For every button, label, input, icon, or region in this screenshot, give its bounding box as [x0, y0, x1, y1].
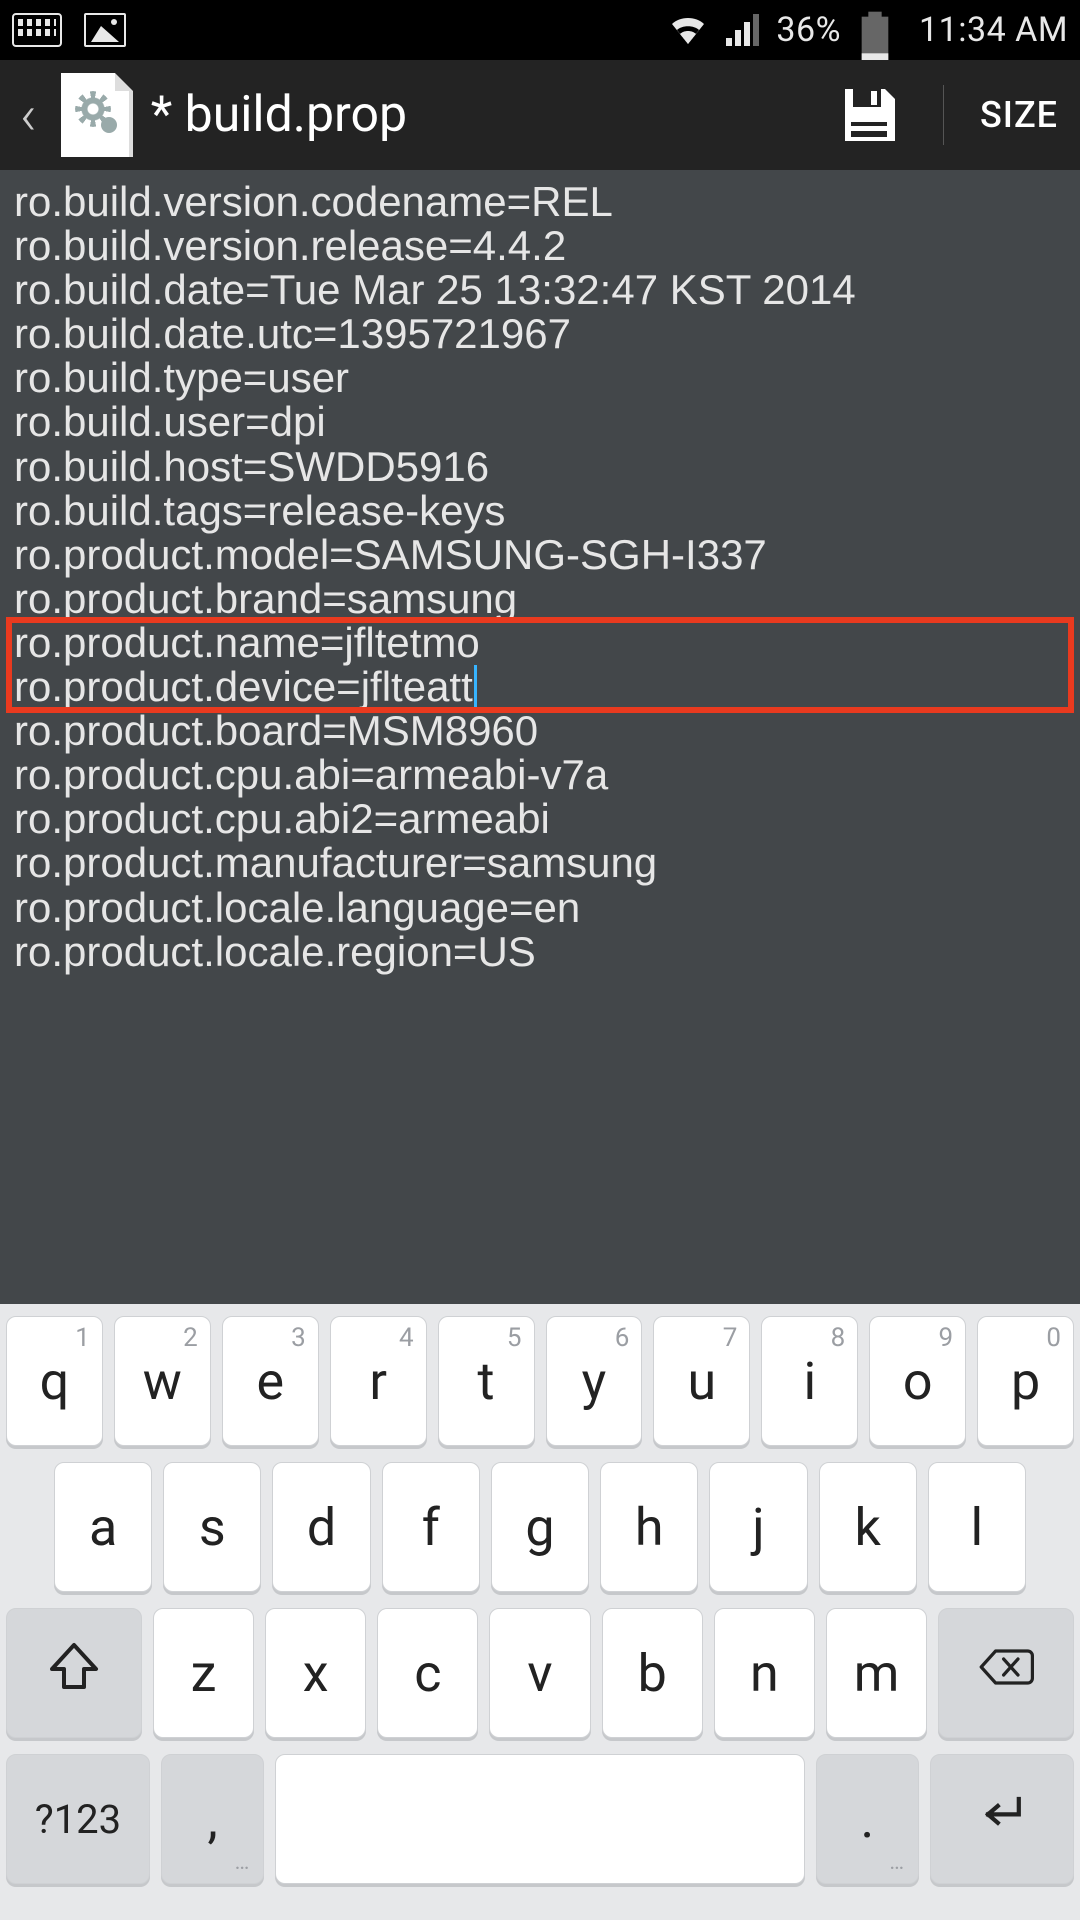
editor-line[interactable]: ro.build.version.codename=REL	[14, 180, 1066, 224]
enter-key[interactable]	[930, 1754, 1074, 1884]
key-k[interactable]: k	[819, 1462, 917, 1592]
comma-key[interactable]: ,…	[161, 1754, 264, 1884]
editor-line[interactable]: ro.product.model=SAMSUNG-SGH-I337	[14, 533, 1066, 577]
key-w[interactable]: w2	[114, 1316, 211, 1446]
file-title: * build.prop	[151, 86, 819, 144]
key-e[interactable]: e3	[222, 1316, 319, 1446]
editor-line[interactable]: ro.product.locale.region=US	[14, 930, 1066, 974]
key-g[interactable]: g	[491, 1462, 589, 1592]
toolbar-divider	[943, 85, 944, 145]
editor-line[interactable]: ro.product.name=jfltetmo	[14, 621, 1066, 665]
key-a[interactable]: a	[54, 1462, 152, 1592]
editor-line[interactable]: ro.product.locale.language=en	[14, 886, 1066, 930]
key-z[interactable]: z	[153, 1608, 254, 1738]
key-i[interactable]: i8	[761, 1316, 858, 1446]
key-v[interactable]: v	[489, 1608, 590, 1738]
text-editor[interactable]: ro.build.version.codename=RELro.build.ve…	[0, 170, 1080, 1304]
soft-keyboard: q1w2e3r4t5y6u7i8o9p0 asdfghjkl zxcvbnm ?…	[0, 1304, 1080, 1920]
editor-line[interactable]: ro.product.cpu.abi=armeabi-v7a	[14, 753, 1066, 797]
save-button[interactable]	[837, 83, 901, 147]
back-button[interactable]: ‹	[14, 87, 43, 143]
editor-line[interactable]: ro.product.board=MSM8960	[14, 709, 1066, 753]
editor-line[interactable]: ro.product.cpu.abi2=armeabi	[14, 797, 1066, 841]
clock: 11:34 AM	[919, 10, 1068, 50]
editor-line[interactable]: ro.build.host=SWDD5916	[14, 445, 1066, 489]
key-l[interactable]: l	[928, 1462, 1026, 1592]
symbols-key[interactable]: ?123	[6, 1754, 150, 1884]
key-s[interactable]: s	[163, 1462, 261, 1592]
editor-line[interactable]: ro.build.date.utc=1395721967	[14, 312, 1066, 356]
battery-icon	[855, 10, 895, 50]
editor-line[interactable]: ro.product.manufacturer=samsung	[14, 841, 1066, 885]
file-type-icon	[61, 73, 133, 157]
key-d[interactable]: d	[272, 1462, 370, 1592]
key-p[interactable]: p0	[977, 1316, 1074, 1446]
key-n[interactable]: n	[714, 1608, 815, 1738]
key-q[interactable]: q1	[6, 1316, 103, 1446]
shift-key[interactable]	[6, 1608, 142, 1738]
screenshot-indicator-icon	[84, 13, 126, 47]
key-o[interactable]: o9	[869, 1316, 966, 1446]
editor-line[interactable]: ro.build.user=dpi	[14, 400, 1066, 444]
editor-line[interactable]: ro.build.date=Tue Mar 25 13:32:47 KST 20…	[14, 268, 1066, 312]
key-y[interactable]: y6	[546, 1316, 643, 1446]
key-f[interactable]: f	[382, 1462, 480, 1592]
key-c[interactable]: c	[377, 1608, 478, 1738]
key-h[interactable]: h	[600, 1462, 698, 1592]
size-button[interactable]: SIZE	[980, 94, 1066, 136]
app-toolbar: ‹ * build.prop SIZE	[0, 60, 1080, 170]
text-cursor	[474, 665, 477, 707]
key-j[interactable]: j	[709, 1462, 807, 1592]
cell-signal-icon	[722, 10, 762, 50]
key-u[interactable]: u7	[653, 1316, 750, 1446]
editor-line[interactable]: ro.product.brand=samsung	[14, 577, 1066, 621]
editor-line[interactable]: ro.product.device=jflteatt	[14, 665, 1066, 709]
status-bar: 36% 11:34 AM	[0, 0, 1080, 60]
space-key[interactable]	[275, 1754, 804, 1884]
key-t[interactable]: t5	[438, 1316, 535, 1446]
key-r[interactable]: r4	[330, 1316, 427, 1446]
key-m[interactable]: m	[826, 1608, 927, 1738]
wifi-icon	[668, 10, 708, 50]
key-b[interactable]: b	[602, 1608, 703, 1738]
editor-line[interactable]: ro.build.type=user	[14, 356, 1066, 400]
battery-percent: 36%	[776, 10, 841, 50]
key-x[interactable]: x	[265, 1608, 366, 1738]
editor-line[interactable]: ro.build.version.release=4.4.2	[14, 224, 1066, 268]
keyboard-indicator-icon	[12, 13, 62, 47]
backspace-key[interactable]	[938, 1608, 1074, 1738]
editor-line[interactable]: ro.build.tags=release-keys	[14, 489, 1066, 533]
period-key[interactable]: .…	[816, 1754, 919, 1884]
